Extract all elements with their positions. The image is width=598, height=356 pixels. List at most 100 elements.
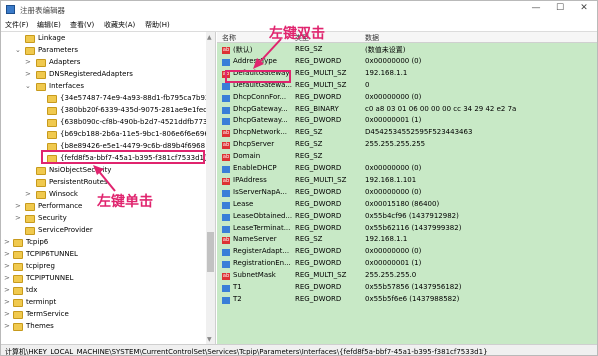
column-name-header[interactable]: 名称 xyxy=(222,33,236,43)
tree-expander-icon[interactable]: > xyxy=(25,190,33,198)
value-type: REG_SZ xyxy=(295,152,323,161)
value-name: IsServerNapA... xyxy=(233,187,287,196)
tree-item[interactable]: > tcpipreg xyxy=(1,262,206,273)
registry-editor-window: 注册表编辑器 — ☐ ✕ 文件(F) 编辑(E) 查看(V) 收藏夹(A) 帮助… xyxy=(0,0,598,356)
value-row[interactable]: LeaseObtained... REG_DWORD 0x55b4cf96 (143… xyxy=(217,212,597,223)
menu-view[interactable]: 查看(V) xyxy=(70,20,94,30)
tree-item-label: ServiceProvider xyxy=(38,226,93,234)
tree-item[interactable]: > terminpt xyxy=(1,298,206,309)
value-row[interactable]: RegisterAdapt... REG_DWORD 0x00000000 (0) xyxy=(217,247,597,258)
title-bar: 注册表编辑器 — ☐ ✕ xyxy=(1,1,597,18)
value-row[interactable]: T2 REG_DWORD 0x55b5f6e6 (1437988582) xyxy=(217,295,597,306)
tree-item[interactable]: > DNSRegisteredAdapters xyxy=(1,70,206,81)
tree-expander-icon[interactable]: > xyxy=(4,310,12,318)
folder-icon xyxy=(36,179,46,187)
close-button[interactable]: ✕ xyxy=(575,3,593,13)
tree-item[interactable]: > TCPIP6TUNNEL xyxy=(1,250,206,261)
value-name: EnableDHCP xyxy=(233,164,277,172)
tree-item[interactable]: Linkage xyxy=(1,34,206,45)
string-value-icon: ab xyxy=(222,273,230,281)
tree-expander-icon[interactable]: > xyxy=(4,298,12,306)
tree-expander-icon[interactable]: ⌄ xyxy=(25,82,33,90)
binary-value-icon xyxy=(222,249,230,257)
tree-item[interactable]: > Security xyxy=(1,214,206,225)
value-name: DhcpConnFor... xyxy=(233,92,287,101)
folder-icon xyxy=(36,191,46,199)
tree-item[interactable]: > Adapters xyxy=(1,58,206,69)
value-type: REG_SZ xyxy=(295,128,323,137)
value-data: D4542534552595F523443463 xyxy=(365,128,473,137)
tree-item[interactable]: {34e57487-74e9-4a93-88d1-fb795ca7b931 xyxy=(1,94,214,105)
value-row[interactable]: ab NameServer REG_SZ 192.168.1.1 xyxy=(217,235,597,246)
tree-item-label: TCPIP6TUNNEL xyxy=(26,250,78,258)
value-row[interactable]: IsServerNapA... REG_DWORD 0x00000000 (0) xyxy=(217,188,597,199)
tree-expander-icon[interactable]: ⌄ xyxy=(15,46,23,54)
tree-item[interactable]: {b69cb188-2b6a-11e5-9bc1-806e6f6e6963 xyxy=(1,130,213,141)
value-row[interactable]: T1 REG_DWORD 0x55b57856 (1437956182) xyxy=(217,283,597,294)
tree-expander-icon[interactable]: > xyxy=(4,250,12,258)
scroll-up-icon[interactable]: ▲ xyxy=(207,34,212,41)
value-data: 255.255.255.255 xyxy=(365,140,426,149)
tree-expander-icon[interactable]: > xyxy=(4,322,12,330)
value-row[interactable]: ab IPAddress REG_MULTI_SZ 192.168.1.101 xyxy=(217,176,597,187)
tree-item-label: Security xyxy=(38,214,67,222)
tree-expander-icon[interactable]: > xyxy=(25,70,33,78)
string-value-icon: ab xyxy=(222,142,230,150)
value-row[interactable]: ab DhcpServer REG_SZ 255.255.255.255 xyxy=(217,140,597,151)
folder-icon xyxy=(47,131,57,139)
folder-icon xyxy=(25,203,35,211)
value-name: T1 xyxy=(233,283,242,291)
arrow-to-interface-icon xyxy=(93,165,116,192)
tree-expander-icon[interactable]: > xyxy=(4,274,12,282)
maximize-button[interactable]: ☐ xyxy=(551,3,569,13)
value-row[interactable]: ab SubnetMask REG_MULTI_SZ 255.255.255.0 xyxy=(217,271,597,282)
string-value-icon: ab xyxy=(222,154,230,162)
tree-item-label: Linkage xyxy=(38,34,66,42)
tree-item[interactable]: > Themes xyxy=(1,322,206,333)
value-type: REG_SZ xyxy=(295,45,323,53)
tree-item[interactable]: {380bb20f-6339-435d-9075-281ae9e1fec2} xyxy=(1,106,215,117)
value-row[interactable]: DhcpConnFor... REG_DWORD 0x00000000 (0) xyxy=(217,93,597,104)
tree-item[interactable]: ⌄ Interfaces xyxy=(1,82,206,93)
tree-item-label: tcpipreg xyxy=(26,262,55,270)
value-type: REG_DWORD xyxy=(295,223,342,232)
tree-expander-icon[interactable]: > xyxy=(4,238,12,246)
tree-item[interactable]: > TCPIPTUNNEL xyxy=(1,274,206,285)
tree-item[interactable]: {638b090c-cf8b-490b-b2d7-4521ddfb773 xyxy=(1,118,207,129)
tree-scrollbar[interactable]: ▲ ▼ xyxy=(206,32,215,345)
value-type: REG_DWORD xyxy=(295,56,342,65)
tree-expander-icon[interactable]: > xyxy=(15,202,23,210)
tree-item[interactable]: ServiceProvider xyxy=(1,226,206,237)
tree-expander-icon[interactable]: > xyxy=(4,286,12,294)
value-row[interactable]: DhcpGateway... REG_DWORD 0x00000001 (1) xyxy=(217,116,597,127)
value-data: 255.255.255.0 xyxy=(365,271,417,280)
value-row[interactable]: Lease REG_DWORD 0x00015180 (86400) xyxy=(217,200,597,211)
minimize-button[interactable]: — xyxy=(527,3,545,13)
tree-expander-icon[interactable]: > xyxy=(25,58,33,66)
tree-item[interactable]: > TermService xyxy=(1,310,206,321)
value-row[interactable]: LeaseTerminat... REG_DWORD 0x55b62116 (143… xyxy=(217,224,597,235)
value-type: REG_BINARY xyxy=(295,104,339,113)
tree-expander-icon[interactable]: > xyxy=(15,214,23,222)
value-name: LeaseObtained... xyxy=(233,211,293,220)
value-row[interactable]: RegistrationEn... REG_DWORD 0x00000001 (1) xyxy=(217,259,597,270)
tree-item[interactable]: > Tcpip6 xyxy=(1,238,206,249)
value-row[interactable]: DhcpGateway... REG_BINARY c0 a8 03 01 06 0… xyxy=(217,105,597,116)
tree-item-label: {34e57487-74e9-4a93-88d1-fb795ca7b931 xyxy=(60,94,214,102)
value-name: DhcpGateway... xyxy=(233,116,288,125)
value-row[interactable]: ab Domain REG_SZ xyxy=(217,152,597,163)
value-row[interactable]: EnableDHCP REG_DWORD 0x00000000 (0) xyxy=(217,164,597,175)
value-name: T2 xyxy=(233,294,242,303)
menu-favorites[interactable]: 收藏夹(A) xyxy=(104,20,135,30)
menu-edit[interactable]: 编辑(E) xyxy=(37,20,61,30)
tree-expander-icon[interactable]: > xyxy=(4,262,12,270)
column-data-header[interactable]: 数据 xyxy=(365,33,379,43)
value-row[interactable]: ab DhcpNetwork... REG_SZ D4542534552595F523… xyxy=(217,128,597,139)
scroll-thumb[interactable] xyxy=(207,232,214,272)
menu-help[interactable]: 帮助(H) xyxy=(145,20,170,30)
scroll-down-icon[interactable]: ▼ xyxy=(207,336,212,343)
tree-item[interactable]: > tdx xyxy=(1,286,206,297)
tree-item[interactable]: ⌄ Parameters xyxy=(1,46,206,57)
string-value-icon: ab xyxy=(222,237,230,245)
menu-file[interactable]: 文件(F) xyxy=(5,20,29,30)
